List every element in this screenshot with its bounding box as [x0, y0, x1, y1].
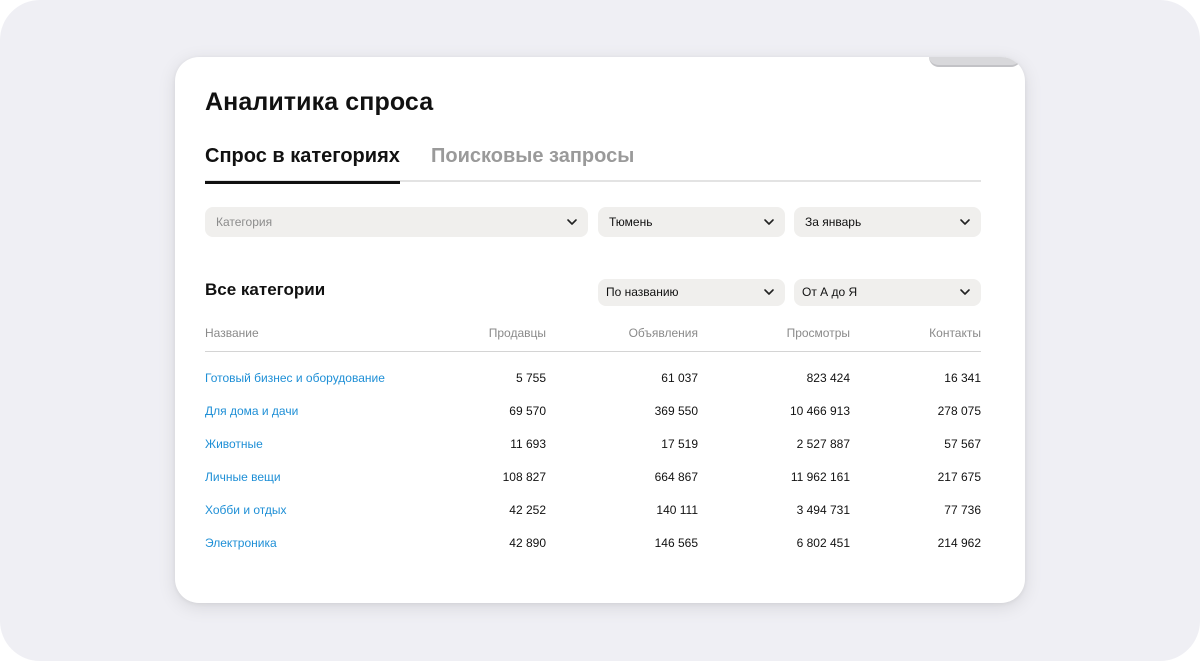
tab-demand-in-categories[interactable]: Спрос в категориях: [205, 144, 400, 184]
contacts-value: 57 567: [944, 437, 981, 451]
column-header-sellers: Продавцы: [488, 326, 546, 340]
table-row: Хобби и отдых 42 252 140 111 3 494 731 7…: [205, 495, 981, 528]
chevron-down-icon: [960, 219, 970, 225]
ads-value: 17 519: [661, 437, 698, 451]
views-value: 823 424: [806, 371, 850, 385]
column-header-name: Название: [205, 326, 259, 340]
card-corner-tab: [929, 57, 1021, 67]
column-header-ads: Объявления: [628, 326, 698, 340]
tab-search-queries[interactable]: Поисковые запросы: [431, 144, 634, 182]
contacts-value: 278 075: [937, 404, 981, 418]
sellers-value: 5 755: [515, 371, 546, 385]
chevron-down-icon: [764, 219, 774, 225]
chevron-down-icon: [567, 219, 577, 225]
views-value: 10 466 913: [789, 404, 850, 418]
table-row: Для дома и дачи 69 570 369 550 10 466 91…: [205, 396, 981, 429]
category-link[interactable]: Хобби и отдых: [205, 503, 287, 517]
sellers-value: 42 890: [509, 536, 546, 550]
category-link[interactable]: Готовый бизнес и оборудование: [205, 371, 385, 385]
city-select[interactable]: Тюмень: [598, 207, 785, 237]
sellers-value: 11 693: [510, 437, 546, 451]
table-body: Готовый бизнес и оборудование 5 755 61 0…: [205, 363, 981, 561]
sellers-value: 108 827: [502, 470, 546, 484]
tab-bar: Спрос в категориях Поисковые запросы: [205, 144, 981, 184]
table-row: Электроника 42 890 146 565 6 802 451 214…: [205, 528, 981, 561]
period-select[interactable]: За январь: [794, 207, 981, 237]
category-link[interactable]: Личные вещи: [205, 470, 281, 484]
ads-value: 61 037: [661, 371, 698, 385]
page-title: Аналитика спроса: [205, 88, 434, 116]
table-row: Готовый бизнес и оборудование 5 755 61 0…: [205, 363, 981, 396]
page-background: Аналитика спроса Спрос в категориях Поис…: [0, 0, 1200, 661]
contacts-value: 16 341: [944, 371, 981, 385]
ads-value: 369 550: [654, 404, 698, 418]
contacts-value: 217 675: [937, 470, 981, 484]
ads-value: 146 565: [654, 536, 698, 550]
table-header: Название Продавцы Объявления Просмотры К…: [205, 325, 981, 352]
category-link[interactable]: Электроника: [205, 536, 277, 550]
sellers-value: 42 252: [509, 503, 546, 517]
chevron-down-icon: [960, 289, 970, 295]
sort-order-select[interactable]: От А до Я: [794, 279, 981, 306]
contacts-value: 214 962: [937, 536, 981, 550]
analytics-card: Аналитика спроса Спрос в категориях Поис…: [175, 57, 1025, 603]
city-select-value: Тюмень: [609, 215, 653, 229]
sort-field-value: По названию: [606, 285, 679, 299]
period-select-value: За январь: [805, 215, 862, 229]
section-title: Все категории: [205, 280, 326, 299]
category-select[interactable]: Категория: [205, 207, 588, 237]
column-header-contacts: Контакты: [929, 326, 981, 340]
table-row: Животные 11 693 17 519 2 527 887 57 567: [205, 429, 981, 462]
table-row: Личные вещи 108 827 664 867 11 962 161 2…: [205, 462, 981, 495]
views-value: 2 527 887: [796, 437, 850, 451]
column-header-views: Просмотры: [786, 326, 850, 340]
contacts-value: 77 736: [944, 503, 981, 517]
sort-order-value: От А до Я: [802, 285, 858, 299]
category-link[interactable]: Для дома и дачи: [205, 404, 298, 418]
views-value: 11 962 161: [790, 470, 850, 484]
category-select-placeholder: Категория: [216, 215, 273, 229]
views-value: 6 802 451: [796, 536, 850, 550]
sort-field-select[interactable]: По названию: [598, 279, 785, 306]
ads-value: 664 867: [654, 470, 698, 484]
views-value: 3 494 731: [796, 503, 850, 517]
chevron-down-icon: [764, 289, 774, 295]
category-link[interactable]: Животные: [205, 437, 263, 451]
ads-value: 140 111: [656, 503, 698, 517]
sellers-value: 69 570: [509, 404, 546, 418]
